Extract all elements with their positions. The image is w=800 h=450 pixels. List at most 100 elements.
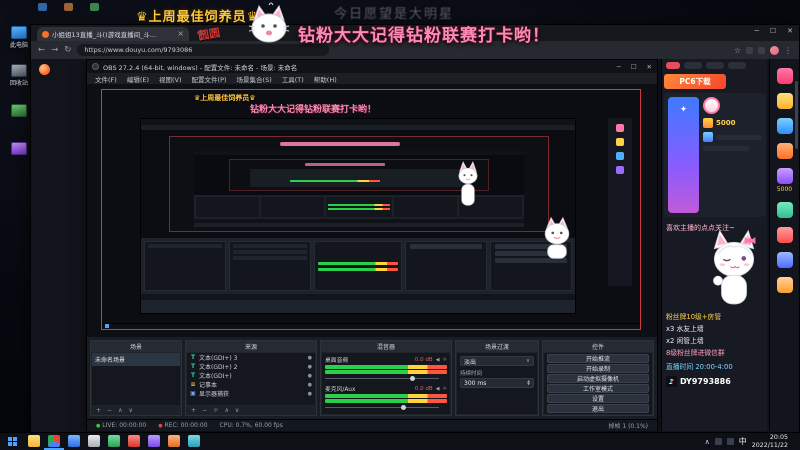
- gift-icon[interactable]: [776, 168, 793, 184]
- browser-minimize-button[interactable]: ─: [755, 27, 759, 35]
- exit-button[interactable]: 退出: [547, 404, 649, 413]
- sidebar-tab[interactable]: [684, 62, 702, 69]
- menu-tools[interactable]: 工具(T): [282, 74, 304, 84]
- gift-icon[interactable]: [776, 227, 793, 243]
- visibility-eye-icon[interactable]: ●: [308, 364, 312, 370]
- browser-menu-icon[interactable]: ⋮: [784, 46, 792, 55]
- menu-edit[interactable]: 编辑(E): [127, 74, 149, 84]
- slider-knob[interactable]: [410, 376, 416, 381]
- sidebar-tab[interactable]: [706, 62, 724, 69]
- visibility-eye-icon[interactable]: ●: [308, 355, 312, 361]
- taskbar-app[interactable]: [84, 433, 104, 450]
- taskbar-app[interactable]: [104, 433, 124, 450]
- desktop-icon-partial[interactable]: [90, 3, 99, 11]
- source-item[interactable]: T 文本(GDI+) 3 ●: [187, 353, 315, 362]
- duration-spinner[interactable]: 300 ms ▲ ▼: [460, 378, 534, 388]
- gift-icon[interactable]: [776, 202, 793, 218]
- gift-icon[interactable]: [776, 143, 793, 159]
- spinner-arrows-icon[interactable]: ▲ ▼: [527, 379, 530, 386]
- volume-slider[interactable]: [325, 375, 447, 381]
- gift-icon[interactable]: [776, 277, 793, 293]
- menu-scene-collection[interactable]: 场景集合(S): [237, 74, 272, 84]
- desktop-icon-partial[interactable]: [64, 3, 73, 11]
- gift-icon[interactable]: [703, 132, 713, 142]
- sidebar-tab[interactable]: [728, 62, 746, 69]
- obs-close-button[interactable]: ✕: [647, 63, 652, 71]
- scene-down-button[interactable]: ∨: [128, 407, 132, 414]
- extension-icon[interactable]: [758, 46, 765, 54]
- scene-item[interactable]: 未命名场景: [92, 353, 180, 366]
- browser-tab[interactable]: 小姐姐13直播_斗()游戏直播间_斗... ×: [37, 27, 189, 41]
- gift-icon[interactable]: [776, 93, 793, 109]
- visibility-eye-icon[interactable]: ●: [308, 382, 312, 388]
- desktop-icon-partial[interactable]: [38, 3, 47, 11]
- reload-icon[interactable]: ↻: [64, 46, 71, 55]
- source-properties-button[interactable]: ☼: [213, 407, 218, 414]
- start-button[interactable]: [0, 433, 24, 450]
- channel-settings-icon[interactable]: ☼: [443, 357, 447, 363]
- source-up-button[interactable]: ∧: [224, 407, 228, 414]
- obs-minimize-button[interactable]: ─: [617, 63, 621, 71]
- browser-maximize-button[interactable]: ☐: [770, 27, 776, 35]
- taskbar-app[interactable]: [184, 433, 204, 450]
- noble-card[interactable]: ✦: [668, 97, 699, 213]
- source-item[interactable]: ▣ 显示器捕获 ●: [187, 389, 315, 398]
- extension-icon[interactable]: [746, 46, 753, 54]
- menu-profile[interactable]: 配置文件(P): [192, 74, 227, 84]
- tray-expand-icon[interactable]: ∧: [705, 438, 710, 446]
- scene-up-button[interactable]: ∧: [118, 407, 122, 414]
- obs-preview[interactable]: ♛上周最佳饲养员♛ 钻粉大大记得钻粉联赛打卡哟！: [87, 84, 657, 337]
- remove-source-button[interactable]: −: [202, 407, 207, 414]
- volume-icon[interactable]: [726, 438, 734, 445]
- browser-close-button[interactable]: ✕: [787, 27, 793, 35]
- speaker-icon[interactable]: ◀: [436, 357, 440, 363]
- channel-settings-icon[interactable]: ☼: [443, 386, 447, 392]
- transition-select[interactable]: 淡出 ∨: [460, 356, 534, 366]
- gift-icon[interactable]: [703, 118, 713, 128]
- add-source-button[interactable]: +: [191, 407, 196, 414]
- scrollbar[interactable]: [795, 81, 798, 149]
- back-icon[interactable]: ←: [38, 46, 45, 55]
- settings-button[interactable]: 设置: [547, 394, 649, 403]
- taskbar-app[interactable]: [144, 433, 164, 450]
- taskbar-app[interactable]: [124, 433, 144, 450]
- taskbar-app[interactable]: [64, 433, 84, 450]
- taskbar-clock[interactable]: 20:05 2022/11/22: [752, 434, 788, 450]
- ime-indicator[interactable]: 中: [739, 436, 747, 447]
- taskbar-app-browser[interactable]: [44, 433, 64, 450]
- gift-icon[interactable]: [776, 68, 793, 84]
- source-item[interactable]: ≡ 记事本 ●: [187, 380, 315, 389]
- tab-close-icon[interactable]: ×: [177, 30, 184, 38]
- virtual-camera-button[interactable]: 启动虚拟摄像机: [547, 374, 649, 383]
- obs-title-bar[interactable]: OBS 27.2.4 (64-bit, windows) - 配置文件: 未命名…: [87, 60, 657, 73]
- source-item[interactable]: T 文本(GDI+) ●: [187, 371, 315, 380]
- start-streaming-button[interactable]: 开始推流: [547, 354, 649, 363]
- source-item[interactable]: T 文本(GDI+) 2 ●: [187, 362, 315, 371]
- ad-banner[interactable]: PC6下载: [664, 74, 726, 89]
- network-icon[interactable]: [714, 438, 722, 445]
- source-down-button[interactable]: ∨: [235, 407, 239, 414]
- obs-maximize-button[interactable]: ☐: [631, 63, 637, 71]
- streamer-avatar[interactable]: [703, 97, 720, 114]
- slider-knob[interactable]: [400, 405, 406, 410]
- visibility-eye-icon[interactable]: ●: [308, 391, 312, 397]
- gift-icon[interactable]: [776, 118, 793, 134]
- menu-help[interactable]: 帮助(H): [314, 74, 337, 84]
- taskbar-app-folder[interactable]: [24, 433, 44, 450]
- forward-icon[interactable]: →: [51, 46, 58, 55]
- profile-avatar[interactable]: [770, 45, 779, 55]
- menu-view[interactable]: 视图(V): [159, 74, 182, 84]
- douyu-logo-icon[interactable]: [39, 64, 50, 75]
- menu-file[interactable]: 文件(F): [95, 74, 117, 84]
- gift-icon[interactable]: [776, 252, 793, 268]
- visibility-eye-icon[interactable]: ●: [308, 373, 312, 379]
- add-scene-button[interactable]: +: [96, 407, 101, 414]
- sidebar-tab[interactable]: [666, 62, 680, 69]
- volume-slider[interactable]: [325, 404, 447, 410]
- bookmark-star-icon[interactable]: ☆: [734, 46, 741, 55]
- studio-mode-button[interactable]: 工作室模式: [547, 384, 649, 393]
- start-recording-button[interactable]: 开始录制: [547, 364, 649, 373]
- speaker-icon[interactable]: ◀: [436, 386, 440, 392]
- remove-scene-button[interactable]: −: [107, 407, 112, 414]
- taskbar-app[interactable]: [164, 433, 184, 450]
